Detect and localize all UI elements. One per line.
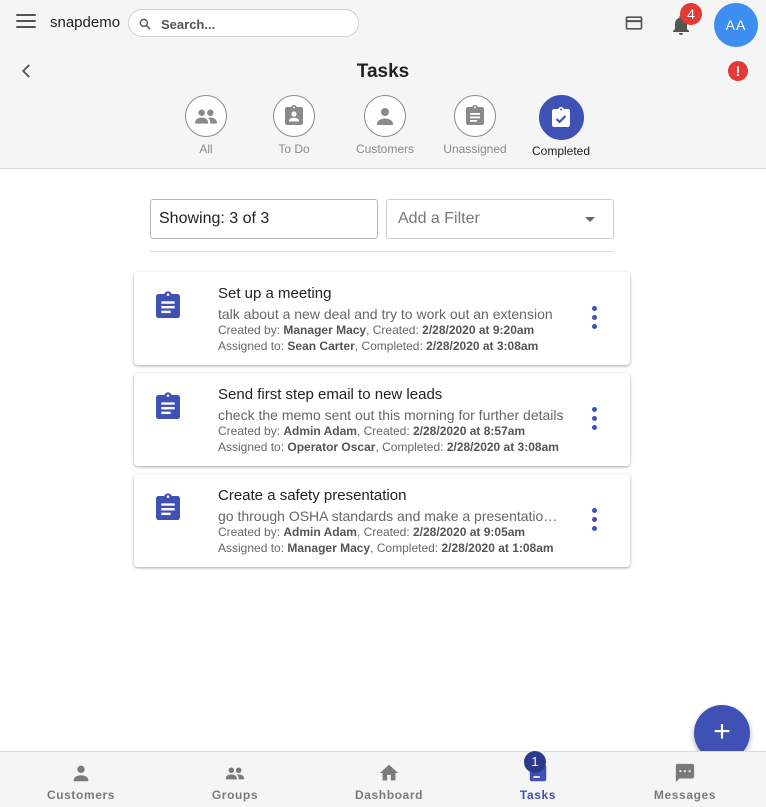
nav-label: Groups [211,788,259,802]
message-icon [610,761,760,785]
search-input[interactable] [159,14,353,34]
clipboard-check-icon [538,95,584,140]
divider [150,251,614,252]
task-card[interactable]: Send first step email to new leads check… [134,373,630,466]
task-card[interactable]: Create a safety presentation go through … [134,474,630,567]
task-title: Send first step email to new leads [218,386,443,403]
task-created-line: Created by: Admin Adam, Created: 2/28/20… [218,525,526,539]
tab-label: To Do [278,142,310,156]
nav-label: Customers [46,788,116,802]
app-name: snapdemo [50,14,121,31]
people-icon [185,95,227,137]
nav-dashboard[interactable]: Dashboard [314,752,464,802]
task-assigned-line: Assigned to: Manager Macy, Completed: 2/… [218,541,554,555]
tasks-count-badge: 1 [524,751,546,773]
nav-label: Tasks [519,788,557,802]
avatar[interactable]: AA [714,3,758,47]
top-section: snapdemo 4 AA Tasks ! All To Do Customer… [0,0,766,169]
task-created-line: Created by: Admin Adam, Created: 2/28/20… [218,424,526,438]
showing-count-field[interactable]: Showing: 3 of 3 [150,199,378,239]
credit-card-icon[interactable] [623,13,645,33]
task-description: go through OSHA standards and make a pre… [218,508,564,524]
nav-customers[interactable]: Customers [6,752,156,802]
task-assigned-line: Assigned to: Operator Oscar, Completed: … [218,440,559,454]
menu-icon[interactable] [16,14,36,30]
alert-icon[interactable]: ! [728,61,748,81]
add-filter-dropdown[interactable]: Add a Filter [386,199,614,239]
person-icon [6,761,156,785]
notification-badge: 4 [680,3,702,25]
tab-label: Unassigned [443,142,507,156]
task-description: check the memo sent out this morning for… [218,407,564,423]
tab-label: Completed [531,144,591,158]
nav-messages[interactable]: Messages [610,752,760,802]
clipboard-account-icon [273,95,315,137]
clipboard-icon [156,493,180,520]
tab-unassigned[interactable]: Unassigned [435,95,515,156]
groups-icon [160,761,310,785]
clipboard-icon [156,291,180,318]
nav-label: Dashboard [354,788,424,802]
tab-customers[interactable]: Customers [345,95,425,156]
clipboard-icon [454,95,496,137]
search-icon [139,18,151,30]
person-icon [364,95,406,137]
tab-all[interactable]: All [166,95,246,156]
page-title: Tasks [356,61,410,82]
task-assigned-line: Assigned to: Sean Carter, Completed: 2/2… [218,339,539,353]
tab-label: Customers [355,142,414,156]
home-icon [314,761,464,785]
task-description: talk about a new deal and try to work ou… [218,306,553,322]
tab-label: All [199,142,213,156]
bottom-navigation: Customers Groups Dashboard Tasks Message… [0,751,766,807]
task-title: Set up a meeting [218,285,332,302]
tab-to-do[interactable]: To Do [254,95,334,156]
more-options-icon[interactable] [592,508,600,535]
task-card[interactable]: Set up a meeting talk about a new deal a… [134,272,630,365]
add-filter-placeholder: Add a Filter [398,210,480,227]
dropdown-arrow-icon [585,217,595,222]
more-options-icon[interactable] [592,407,600,434]
tab-completed[interactable]: Completed [521,95,601,158]
task-created-line: Created by: Manager Macy, Created: 2/28/… [218,323,535,337]
clipboard-icon [156,392,180,419]
task-title: Create a safety presentation [218,487,407,504]
search-box[interactable] [128,9,359,37]
more-options-icon[interactable] [592,306,600,333]
nav-label: Messages [653,788,717,802]
nav-groups[interactable]: Groups [160,752,310,802]
